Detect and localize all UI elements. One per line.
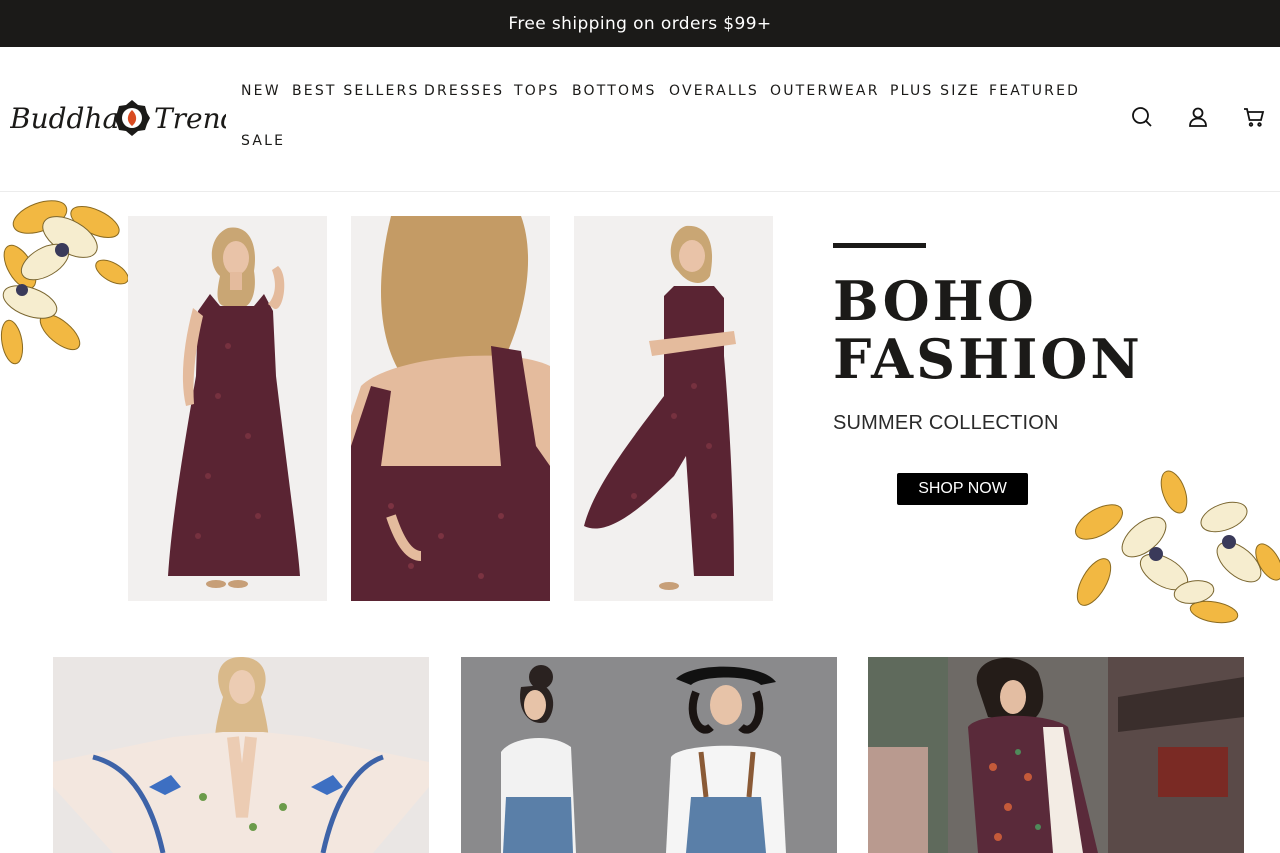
logo-graphic: Buddha Trends	[9, 100, 253, 136]
announcement-text: Free shipping on orders $99+	[508, 13, 772, 34]
hero-divider	[833, 243, 926, 248]
collection-image-kimono	[53, 657, 429, 853]
nav-sale[interactable]: SALE	[241, 133, 285, 149]
collection-card-outerwear[interactable]	[868, 657, 1244, 853]
site-header: Buddha Trends NEW BEST SELLERS DRESSES T…	[0, 47, 1280, 192]
nav-new[interactable]: NEW	[241, 83, 281, 99]
nav-plus-size[interactable]: PLUS SIZE	[890, 83, 980, 99]
nav-best-sellers[interactable]: BEST SELLERS	[292, 83, 420, 99]
hero-subtitle: SUMMER COLLECTION	[833, 412, 1059, 434]
collection-card-overalls[interactable]	[461, 657, 837, 853]
nav-dresses[interactable]: DRESSES	[424, 83, 504, 99]
hero-photo-side	[574, 216, 773, 601]
shop-now-button[interactable]: SHOP NOW	[897, 473, 1028, 505]
collection-card-dresses[interactable]	[53, 657, 429, 853]
announcement-bar: Free shipping on orders $99+	[0, 0, 1280, 47]
search-icon[interactable]	[1130, 105, 1154, 129]
hero-title-line1: BOHO	[833, 269, 1037, 333]
nav-overalls[interactable]: OVERALLS	[669, 83, 759, 99]
collection-image-jacket	[868, 657, 1244, 853]
hero-photo-front	[128, 216, 327, 601]
header-icons	[1130, 105, 1266, 129]
flower-decoration-bottom-right	[1075, 470, 1280, 624]
hero-title-line2: FASHION	[833, 327, 1143, 391]
account-icon[interactable]	[1186, 105, 1210, 129]
nav-tops[interactable]: TOPS	[514, 83, 560, 99]
hero-photo-back	[351, 216, 550, 601]
nav-featured[interactable]: FEATURED	[989, 83, 1080, 99]
svg-text:Trends: Trends	[154, 102, 226, 135]
svg-text:Buddha: Buddha	[10, 102, 119, 135]
hero-banner[interactable]: BOHO FASHION SUMMER COLLECTION SHOP NOW	[0, 192, 1280, 624]
cart-icon[interactable]	[1242, 105, 1266, 129]
nav-bottoms[interactable]: BOTTOMS	[572, 83, 657, 99]
collection-image-overalls	[461, 657, 837, 853]
nav-outerwear[interactable]: OUTERWEAR	[770, 83, 880, 99]
site-logo[interactable]: Buddha Trends	[9, 92, 253, 144]
flower-decoration-top-left	[0, 200, 129, 365]
hero-title: BOHO FASHION	[833, 272, 1143, 388]
